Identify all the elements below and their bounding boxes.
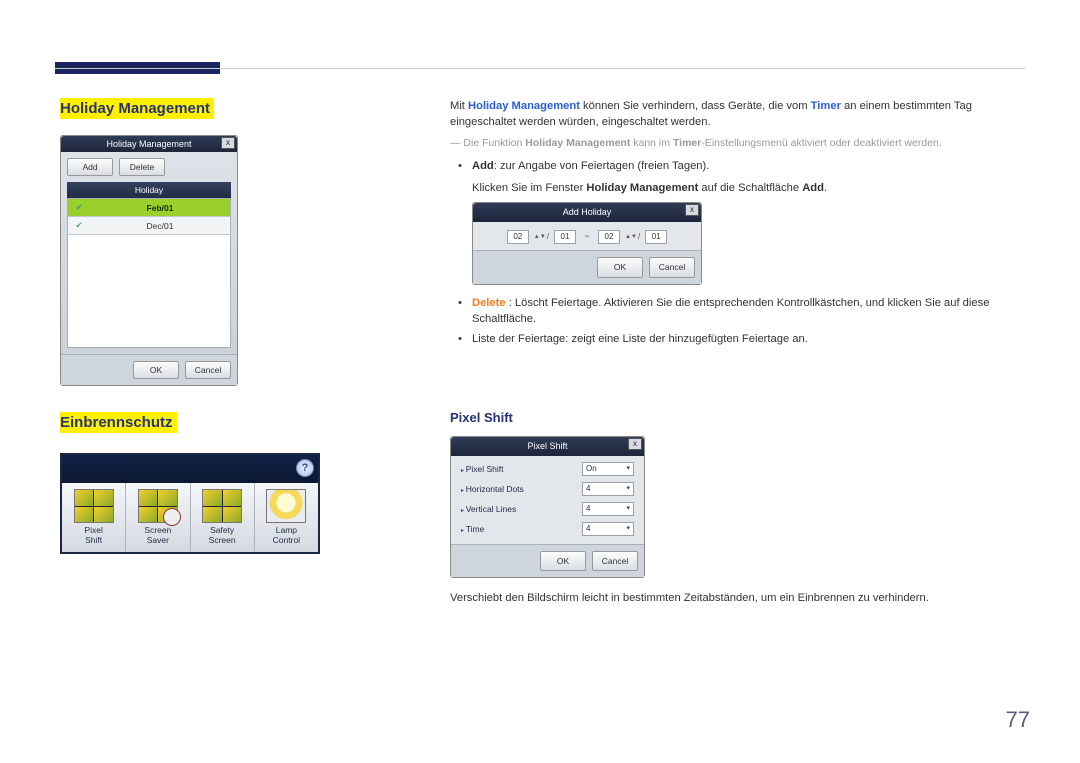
month-to-field[interactable]: 02 — [598, 230, 620, 244]
cancel-button[interactable]: Cancel — [649, 257, 695, 277]
stepper-icon[interactable]: ▲▼ — [625, 235, 633, 240]
setting-dropdown[interactable]: 4▾ — [582, 522, 634, 536]
einbrennschutz-strip: ? PixelShift ScreenSaver SafetyScreen La… — [60, 453, 320, 554]
holiday-date: Feb/01 — [90, 203, 230, 213]
heading-pixel-shift: Pixel Shift — [450, 409, 1040, 428]
bullet-delete: Delete : Löscht Feiertage. Aktivieren Si… — [458, 295, 1040, 327]
strip-item-safety-screen[interactable]: SafetyScreen — [191, 483, 255, 552]
day-from-field[interactable]: 01 — [554, 230, 576, 244]
strip-item-lamp-control[interactable]: LampControl — [255, 483, 318, 552]
strip-label: LampControl — [255, 526, 318, 546]
add-button[interactable]: Add — [67, 158, 113, 176]
close-icon[interactable]: x — [221, 137, 235, 149]
ok-button[interactable]: OK — [133, 361, 179, 379]
strip-icons: PixelShift ScreenSaver SafetyScreen Lamp… — [62, 483, 318, 552]
strip-header: ? — [62, 455, 318, 483]
panel-body: Pixel Shift On▾ Horizontal Dots 4▾ Verti… — [451, 456, 644, 544]
range-separator: ~ — [581, 231, 593, 243]
note-line: ― Die Funktion Holiday Management kann i… — [450, 136, 1040, 151]
panel-footer: OK Cancel — [451, 544, 644, 577]
setting-label: Pixel Shift — [461, 463, 503, 476]
term-timer: Timer — [811, 100, 841, 112]
bullet-list: Add: zur Angabe von Feiertagen (freien T… — [458, 158, 1040, 174]
panel-body: Add Delete Holiday ✔ Feb/01 ✔ Dec/01 — [61, 152, 237, 354]
intro-paragraph: Mit Holiday Management können Sie verhin… — [450, 98, 1040, 130]
bullet-holiday-list: Liste der Feiertage: zeigt eine Liste de… — [458, 331, 1040, 347]
setting-row-horizontal-dots: Horizontal Dots 4▾ — [461, 482, 634, 496]
add-holiday-panel: Add Holiday x 02 ▲▼ / 01 ~ 02 ▲▼ / 01 OK… — [472, 202, 702, 284]
date-range-row: 02 ▲▼ / 01 ~ 02 ▲▼ / 01 — [473, 222, 701, 250]
pixel-shift-description: Verschiebt den Bildschirm leicht in best… — [450, 590, 1040, 606]
clock-icon — [138, 489, 178, 523]
panel-footer: OK Cancel — [473, 250, 701, 283]
ok-button[interactable]: OK — [540, 551, 586, 571]
panel-title: Holiday Management x — [61, 136, 237, 152]
right-column: Mit Holiday Management können Sie verhin… — [450, 98, 1040, 607]
stepper-icon[interactable]: ▲▼ — [534, 235, 542, 240]
month-from-field[interactable]: 02 — [507, 230, 529, 244]
chevron-down-icon: ▾ — [626, 504, 630, 514]
ok-button[interactable]: OK — [597, 257, 643, 277]
table-header-holiday: Holiday — [67, 182, 231, 198]
table-row[interactable]: ✔ Dec/01 — [68, 217, 230, 235]
grid-icon — [202, 489, 242, 523]
panel-title-text: Add Holiday — [563, 207, 612, 217]
slash: / — [638, 231, 640, 243]
grid-icon — [74, 489, 114, 523]
strip-label: ScreenSaver — [126, 526, 189, 546]
close-icon[interactable]: x — [685, 204, 699, 216]
setting-dropdown[interactable]: On▾ — [582, 462, 634, 476]
strip-item-pixel-shift[interactable]: PixelShift — [62, 483, 126, 552]
heading-holiday-management: Holiday Management — [60, 98, 214, 119]
panel-title-text: Pixel Shift — [527, 441, 567, 451]
cancel-button[interactable]: Cancel — [185, 361, 231, 379]
term-holiday-management: Holiday Management — [468, 100, 580, 112]
strip-label: PixelShift — [62, 526, 125, 546]
bullet-list: Delete : Löscht Feiertage. Aktivieren Si… — [458, 295, 1040, 348]
cancel-button[interactable]: Cancel — [592, 551, 638, 571]
checkbox-icon[interactable]: ✔ — [68, 202, 90, 213]
heading-einbrennschutz: Einbrennschutz — [60, 412, 177, 433]
holiday-date: Dec/01 — [90, 221, 230, 231]
checkbox-icon[interactable]: ✔ — [68, 220, 90, 231]
close-icon[interactable]: x — [628, 438, 642, 450]
bulb-icon — [266, 489, 306, 523]
day-to-field[interactable]: 01 — [645, 230, 667, 244]
chevron-down-icon: ▾ — [626, 484, 630, 494]
toolbar: Add Delete — [67, 158, 231, 176]
left-column: Holiday Management Holiday Management x … — [60, 98, 380, 554]
setting-dropdown[interactable]: 4▾ — [582, 502, 634, 516]
chevron-down-icon: ▾ — [626, 524, 630, 534]
panel-title: Pixel Shift x — [451, 437, 644, 456]
delete-button[interactable]: Delete — [119, 158, 165, 176]
holiday-management-panel: Holiday Management x Add Delete Holiday … — [60, 135, 238, 386]
panel-title-text: Holiday Management — [106, 139, 191, 149]
pixel-shift-panel: Pixel Shift x Pixel Shift On▾ Horizontal… — [450, 436, 645, 578]
setting-row-pixel-shift: Pixel Shift On▾ — [461, 462, 634, 476]
setting-label: Vertical Lines — [461, 503, 516, 516]
setting-row-vertical-lines: Vertical Lines 4▾ — [461, 502, 634, 516]
strip-label: SafetyScreen — [191, 526, 254, 546]
bullet-add-subline: Klicken Sie im Fenster Holiday Managemen… — [472, 180, 1040, 196]
setting-dropdown[interactable]: 4▾ — [582, 482, 634, 496]
page-number: 77 — [1006, 707, 1030, 733]
setting-label: Time — [461, 523, 484, 536]
help-icon[interactable]: ? — [296, 459, 314, 477]
slash: / — [547, 231, 549, 243]
bullet-add: Add: zur Angabe von Feiertagen (freien T… — [458, 158, 1040, 174]
chevron-down-icon: ▾ — [626, 464, 630, 474]
table-row[interactable]: ✔ Feb/01 — [68, 199, 230, 217]
panel-footer: OK Cancel — [61, 354, 237, 385]
panel-title: Add Holiday x — [473, 203, 701, 222]
strip-item-screen-saver[interactable]: ScreenSaver — [126, 483, 190, 552]
setting-label: Horizontal Dots — [461, 483, 524, 496]
setting-row-time: Time 4▾ — [461, 522, 634, 536]
header-rule — [55, 68, 1025, 69]
holiday-list: ✔ Feb/01 ✔ Dec/01 — [67, 198, 231, 348]
